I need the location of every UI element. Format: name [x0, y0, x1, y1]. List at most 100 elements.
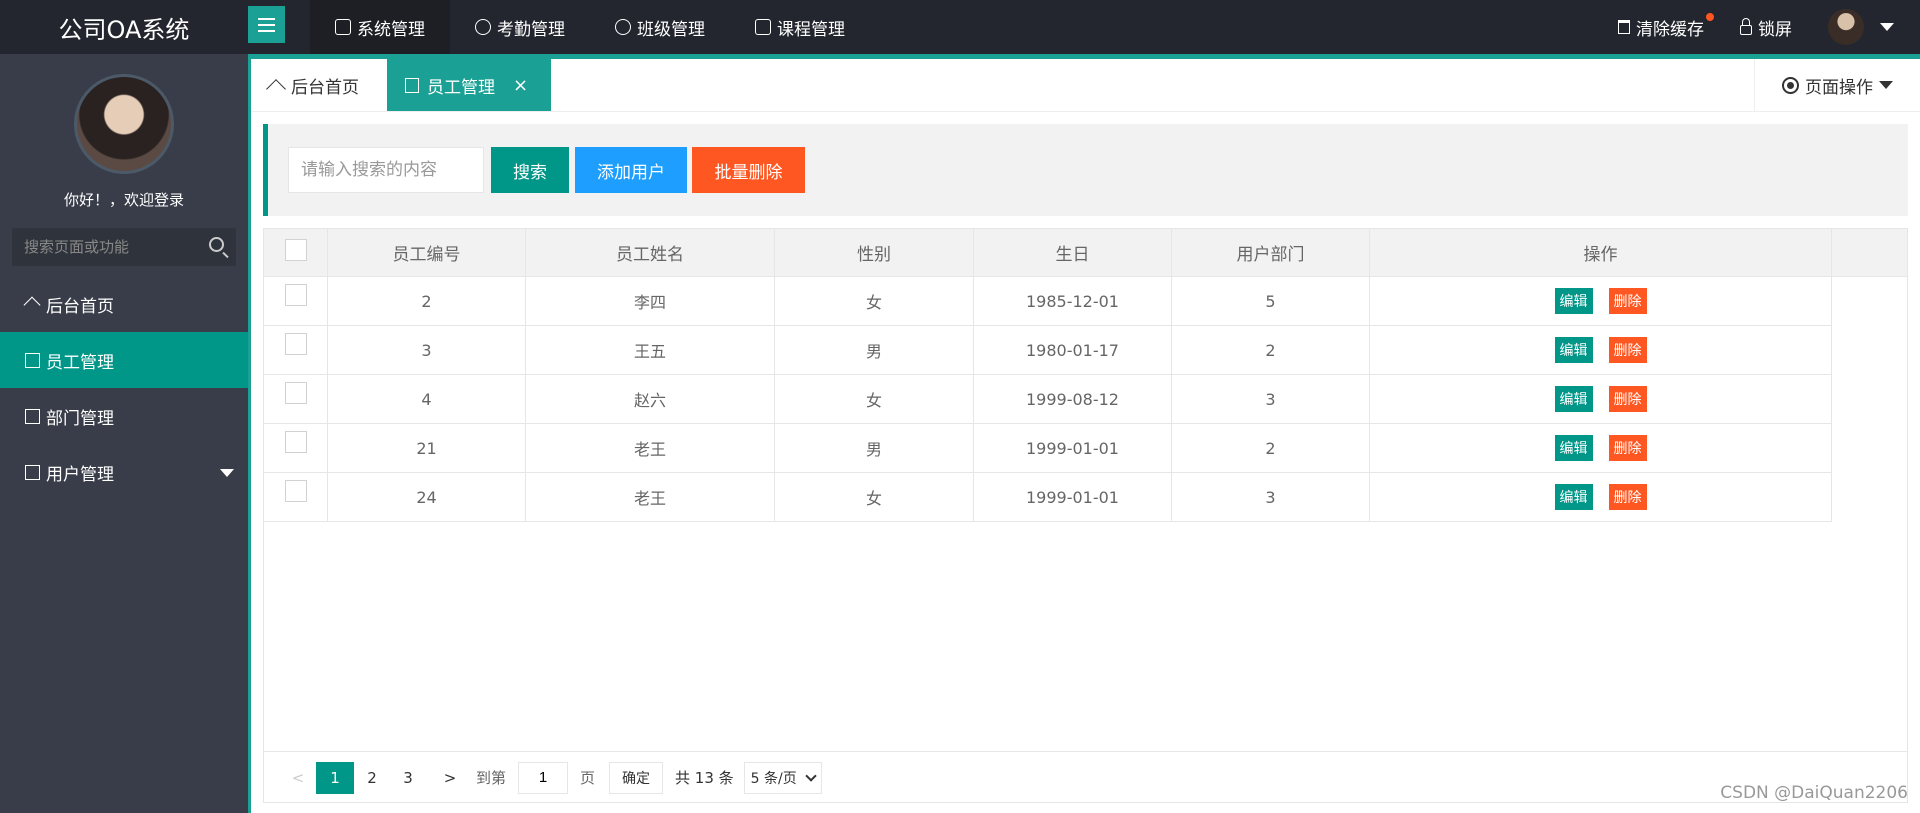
lock-icon — [1740, 18, 1752, 35]
users-icon — [475, 19, 491, 35]
edit-button[interactable]: 编辑 — [1554, 386, 1593, 412]
sidebar-search-input[interactable] — [12, 228, 236, 266]
table-row: 21 老王男 1999-01-01 2 编辑 删除 — [264, 424, 1832, 473]
next-page-button[interactable]: > — [432, 762, 468, 794]
nav-class-management[interactable]: 班级管理 — [590, 0, 730, 54]
page-button-1[interactable]: 1 — [316, 761, 354, 794]
pagination: < 1 2 3 > 到第 页 确定 共 13 条 5 条/页 — [264, 751, 1907, 803]
menu-toggle-icon[interactable] — [248, 6, 285, 43]
table-row: 3 王五男 1980-01-17 2 编辑 删除 — [264, 326, 1832, 375]
car-icon — [755, 19, 771, 35]
sidebar-item-home[interactable]: 后台首页 — [0, 276, 248, 332]
search-icon[interactable] — [209, 237, 224, 252]
nav-course-management[interactable]: 课程管理 — [730, 0, 870, 54]
delete-button[interactable]: 删除 — [1608, 484, 1647, 510]
sidebar-item-users[interactable]: 用户管理 — [0, 444, 248, 500]
search-input[interactable] — [288, 147, 484, 193]
column-header[interactable]: 员工姓名 — [526, 229, 775, 276]
sidebar: 你好！，欢迎登录 后台首页 员工管理 部门管理 用户管理 — [0, 54, 248, 813]
profile-avatar — [74, 74, 174, 174]
batch-delete-button[interactable]: 批量删除 — [692, 147, 805, 193]
user-avatar[interactable] — [1828, 9, 1864, 45]
nav-system-management[interactable]: 系统管理 — [310, 0, 450, 59]
delete-button[interactable]: 删除 — [1608, 337, 1647, 363]
select-all-checkbox[interactable] — [284, 238, 307, 261]
clear-cache-button[interactable]: 清除缓存 — [1618, 12, 1714, 40]
cell-birthday: 1999-01-01 — [974, 424, 1172, 472]
confirm-page-button[interactable]: 确定 — [609, 761, 664, 794]
delete-button[interactable]: 删除 — [1608, 435, 1647, 461]
tab-label: 员工管理 — [427, 77, 495, 98]
column-header[interactable]: 用户部门 — [1172, 229, 1370, 276]
row-checkbox[interactable] — [284, 333, 307, 355]
row-select-cell — [264, 326, 328, 374]
edit-button[interactable]: 编辑 — [1554, 484, 1593, 510]
cell-gender: 女 — [775, 473, 974, 521]
tab-label: 后台首页 — [291, 77, 359, 98]
page-operations-button[interactable]: 页面操作 — [1754, 59, 1920, 111]
cell-name: 王五 — [526, 326, 775, 374]
prev-page-button[interactable]: < — [280, 762, 316, 794]
nav-attendance-management[interactable]: 考勤管理 — [450, 0, 590, 54]
chevron-down-icon — [1879, 81, 1893, 89]
edit-button[interactable]: 编辑 — [1554, 288, 1593, 314]
row-select-cell — [264, 473, 328, 521]
sidebar-item-employees[interactable]: 员工管理 — [0, 332, 248, 388]
column-header[interactable]: 员工编号 — [328, 229, 526, 276]
document-icon — [335, 19, 351, 35]
target-icon — [1782, 76, 1799, 94]
watermark: CSDN @DaiQuan2206 — [1720, 783, 1908, 803]
top-header: 公司OA系统 系统管理 考勤管理 班级管理 课程管理 清除缓存 锁屏 — [0, 0, 1920, 59]
sidebar-item-label: 员工管理 — [46, 352, 114, 373]
page-tabs: 后台首页 员工管理 × 页面操作 — [251, 59, 1920, 112]
welcome-text: 你好！，欢迎登录 — [63, 191, 184, 209]
page-button-2[interactable]: 2 — [354, 762, 390, 794]
gear-icon — [615, 19, 631, 35]
column-header[interactable]: 生日 — [974, 229, 1172, 276]
row-checkbox[interactable] — [284, 431, 307, 453]
cell-birthday: 1999-01-01 — [974, 473, 1172, 521]
add-user-button[interactable]: 添加用户 — [575, 147, 687, 193]
search-button[interactable]: 搜索 — [491, 147, 569, 193]
cell-dept: 3 — [1172, 473, 1370, 521]
cell-id: 3 — [328, 326, 526, 374]
content-left-border — [248, 54, 251, 813]
delete-button[interactable]: 删除 — [1608, 386, 1647, 412]
nav-label: 课程管理 — [777, 19, 845, 40]
tab-employee-management[interactable]: 员工管理 × — [387, 59, 551, 111]
edit-button[interactable]: 编辑 — [1554, 435, 1593, 461]
row-actions-cell: 编辑 删除 — [1370, 424, 1832, 472]
row-checkbox[interactable] — [284, 284, 307, 306]
page-operations-label: 页面操作 — [1805, 77, 1873, 98]
column-header[interactable]: 性别 — [775, 229, 974, 276]
row-select-cell — [264, 424, 328, 472]
image-icon — [25, 408, 40, 424]
cell-gender: 男 — [775, 326, 974, 374]
home-icon — [25, 297, 40, 312]
row-checkbox[interactable] — [284, 382, 307, 404]
cell-id: 4 — [328, 375, 526, 423]
delete-button[interactable]: 删除 — [1608, 288, 1647, 314]
page-size-select[interactable]: 5 条/页 — [743, 761, 822, 794]
page-unit-label: 页 — [580, 769, 596, 787]
employee-table: 员工编号 员工姓名 性别 生日 用户部门 操作 2 李四女 1985-12-01 5 编… — [263, 228, 1908, 803]
chart-icon — [25, 464, 40, 480]
cell-dept: 5 — [1172, 277, 1370, 325]
home-icon — [266, 78, 286, 99]
row-actions-cell: 编辑 删除 — [1370, 375, 1832, 423]
row-select-cell — [264, 277, 328, 325]
tab-home[interactable]: 后台首页 — [251, 59, 387, 111]
user-menu-caret-icon[interactable] — [1880, 23, 1894, 31]
sidebar-item-departments[interactable]: 部门管理 — [0, 388, 248, 444]
lock-screen-label: 锁屏 — [1758, 19, 1792, 40]
row-actions-cell: 编辑 删除 — [1370, 326, 1832, 374]
table-row: 2 李四女 1985-12-01 5 编辑 删除 — [264, 277, 1832, 326]
lock-screen-button[interactable]: 锁屏 — [1740, 15, 1792, 40]
row-checkbox[interactable] — [284, 480, 307, 502]
page-button-3[interactable]: 3 — [390, 762, 426, 794]
close-icon[interactable]: × — [513, 75, 528, 96]
table-header: 员工编号 员工姓名 性别 生日 用户部门 操作 — [264, 229, 1907, 277]
page-number-input[interactable] — [518, 761, 569, 794]
cell-id: 24 — [328, 473, 526, 521]
edit-button[interactable]: 编辑 — [1554, 337, 1593, 363]
